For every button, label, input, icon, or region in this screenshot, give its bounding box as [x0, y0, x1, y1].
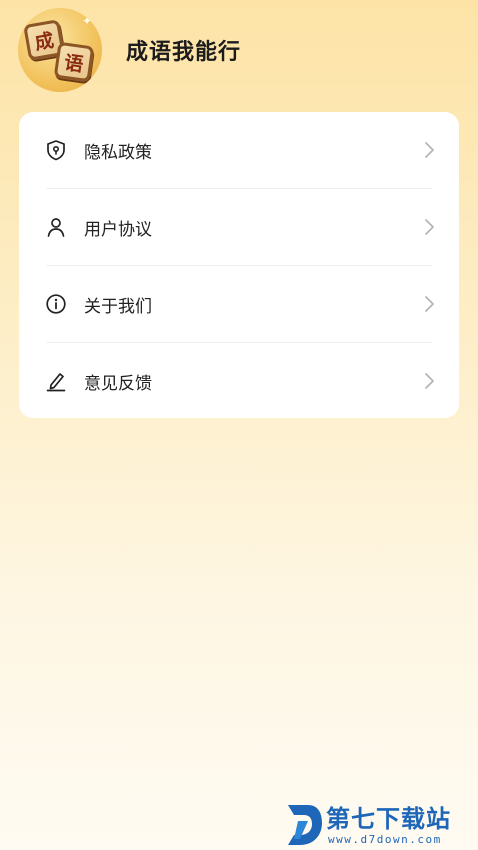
chevron-right-icon — [425, 142, 434, 158]
user-icon — [47, 218, 65, 237]
app-header: 成 语 ✦ 成语我能行 — [0, 0, 478, 100]
logo-tile-2: 语 — [53, 41, 95, 83]
menu-item-privacy-policy[interactable]: 隐私政策 — [19, 112, 459, 188]
settings-menu-card: 隐私政策 用户协议 关于我们 意见反馈 — [19, 112, 459, 418]
app-title: 成语我能行 — [126, 40, 242, 65]
chevron-right-icon — [425, 373, 434, 389]
menu-item-user-agreement[interactable]: 用户协议 — [19, 189, 459, 265]
watermark-url: www.d7down.com — [328, 833, 442, 846]
app-logo: 成 语 ✦ — [18, 8, 102, 92]
menu-item-feedback[interactable]: 意见反馈 — [19, 343, 459, 419]
menu-item-label: 用户协议 — [84, 220, 152, 240]
menu-item-label: 意见反馈 — [84, 374, 152, 394]
shield-icon — [47, 140, 65, 161]
chevron-right-icon — [425, 219, 434, 235]
sparkle-icon: ✦ — [82, 14, 93, 28]
chevron-right-icon — [425, 296, 434, 312]
watermark: 第七下载站 www.d7down.com — [284, 799, 478, 850]
edit-icon — [46, 373, 66, 392]
menu-item-label: 隐私政策 — [84, 143, 152, 163]
info-icon — [46, 294, 66, 314]
watermark-brand: 第七下载站 — [326, 805, 451, 833]
menu-item-label: 关于我们 — [84, 297, 152, 317]
menu-item-about-us[interactable]: 关于我们 — [19, 266, 459, 342]
watermark-logo-icon — [288, 805, 322, 845]
